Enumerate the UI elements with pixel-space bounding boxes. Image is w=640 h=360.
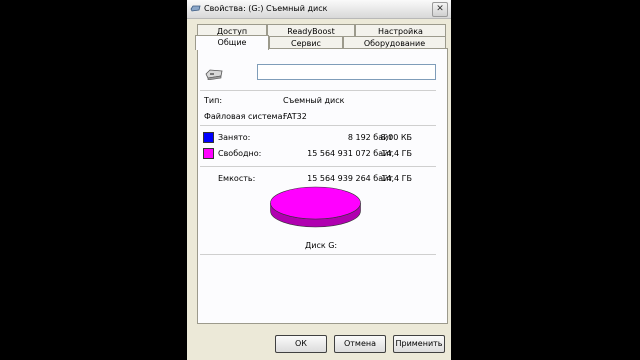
filesystem-label: Файловая система: bbox=[204, 112, 286, 121]
capacity-bytes: 15 564 939 264 байт bbox=[307, 174, 393, 183]
volume-label-input[interactable] bbox=[257, 64, 436, 80]
usb-drive-icon bbox=[205, 69, 223, 80]
capacity-label: Емкость: bbox=[218, 174, 256, 183]
window-title: Свойства: (G:) Съемный диск bbox=[204, 4, 328, 13]
tab-general[interactable]: Общие bbox=[195, 35, 269, 50]
separator bbox=[200, 166, 436, 167]
apply-button[interactable]: Применить bbox=[393, 335, 445, 353]
separator bbox=[200, 125, 436, 126]
filesystem-value: FAT32 bbox=[283, 112, 307, 121]
title-bar: Свойства: (G:) Съемный диск ✕ bbox=[187, 0, 451, 19]
free-label: Свободно: bbox=[218, 149, 262, 158]
separator bbox=[200, 90, 436, 91]
removable-drive-icon bbox=[190, 5, 201, 12]
close-icon[interactable]: ✕ bbox=[436, 4, 444, 14]
close-button[interactable]: ✕ bbox=[432, 2, 448, 17]
cancel-button[interactable]: Отмена bbox=[334, 335, 386, 353]
used-label: Занято: bbox=[218, 133, 251, 142]
disk-caption: Диск G: bbox=[305, 241, 338, 250]
used-space-swatch bbox=[203, 132, 214, 143]
pie-slice-free bbox=[270, 186, 361, 220]
type-label: Тип: bbox=[204, 96, 223, 105]
capacity-size: 14,4 ГБ bbox=[381, 174, 412, 183]
used-size: 8,00 КБ bbox=[380, 133, 412, 142]
type-value: Съемный диск bbox=[283, 96, 345, 105]
free-bytes: 15 564 931 072 байт bbox=[307, 149, 393, 158]
free-space-swatch bbox=[203, 148, 214, 159]
ok-button[interactable]: ОК bbox=[275, 335, 327, 353]
separator bbox=[200, 254, 436, 255]
free-size: 14,4 ГБ bbox=[381, 149, 412, 158]
disk-usage-pie-chart bbox=[270, 186, 361, 228]
